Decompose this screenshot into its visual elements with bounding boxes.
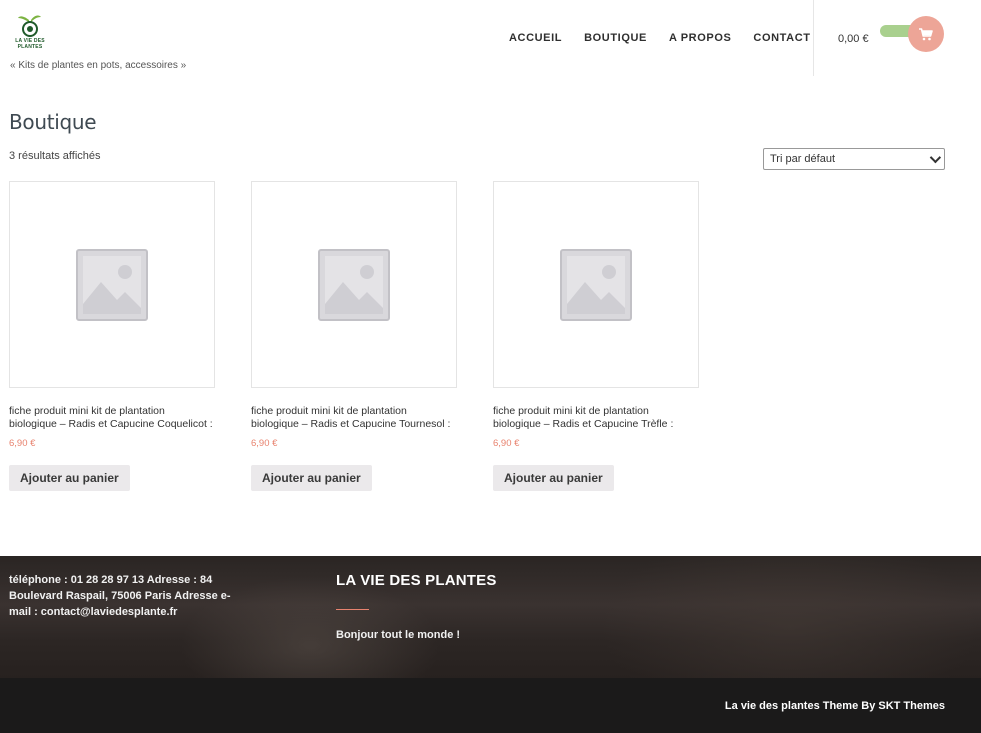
result-count: 3 résultats affichés [9,150,101,162]
nav-item-accueil[interactable]: ACCUEIL [509,32,562,44]
copyright-bar: La vie des plantes Theme By SKT Themes [0,678,981,733]
site-header: LA VIE DES PLANTES « Kits de plantes en … [0,0,981,78]
cart-icon [919,27,933,40]
add-to-cart-button[interactable]: Ajouter au panier [9,465,130,491]
footer-title: LA VIE DES PLANTES [336,572,497,589]
product-thumbnail[interactable] [9,181,215,388]
nav-item-a-propos[interactable]: A PROPOS [669,32,731,44]
plant-logo-icon [18,15,41,37]
product-thumbnail[interactable] [493,181,699,388]
product-thumbnail[interactable] [251,181,457,388]
image-placeholder-icon [318,248,390,321]
product-price: 6,90 € [251,438,278,449]
product-name[interactable]: fiche produit mini kit de plantation bio… [251,405,457,431]
site-logo[interactable]: LA VIE DES PLANTES [10,14,50,56]
chevron-down-icon [929,151,942,164]
product-name[interactable]: fiche produit mini kit de plantation bio… [9,405,215,431]
nav-item-contact[interactable]: CONTACT [753,32,810,44]
product-name[interactable]: fiche produit mini kit de plantation bio… [493,405,699,431]
product-card: fiche produit mini kit de plantation bio… [9,181,215,491]
site-tagline: « Kits de plantes en pots, accessoires » [10,60,187,71]
image-placeholder-icon [76,248,148,321]
cart-button[interactable] [908,16,944,52]
sort-select[interactable]: Tri par défaut [763,148,945,170]
site-footer: téléphone : 01 28 28 97 13 Adresse : 84 … [0,556,981,678]
image-placeholder-icon [560,248,632,321]
product-card: fiche produit mini kit de plantation bio… [493,181,699,491]
footer-title-underline [336,609,369,610]
sort-select-value: Tri par défaut [770,153,836,165]
footer-post-link[interactable]: Bonjour tout le monde ! [336,629,460,641]
copyright-text[interactable]: La vie des plantes Theme By SKT Themes [725,700,945,712]
add-to-cart-button[interactable]: Ajouter au panier [493,465,614,491]
footer-contact: téléphone : 01 28 28 97 13 Adresse : 84 … [9,574,231,618]
header-divider [813,0,814,76]
page-title: Boutique [9,110,97,134]
logo-text: LA VIE DES PLANTES [15,38,45,50]
product-card: fiche produit mini kit de plantation bio… [251,181,457,491]
cart-total[interactable]: 0,00 € [838,33,869,45]
product-price: 6,90 € [493,438,520,449]
nav-item-boutique[interactable]: BOUTIQUE [584,32,647,44]
product-price: 6,90 € [9,438,36,449]
main-nav: ACCUEIL BOUTIQUE A PROPOS CONTACT [509,32,833,44]
add-to-cart-button[interactable]: Ajouter au panier [251,465,372,491]
